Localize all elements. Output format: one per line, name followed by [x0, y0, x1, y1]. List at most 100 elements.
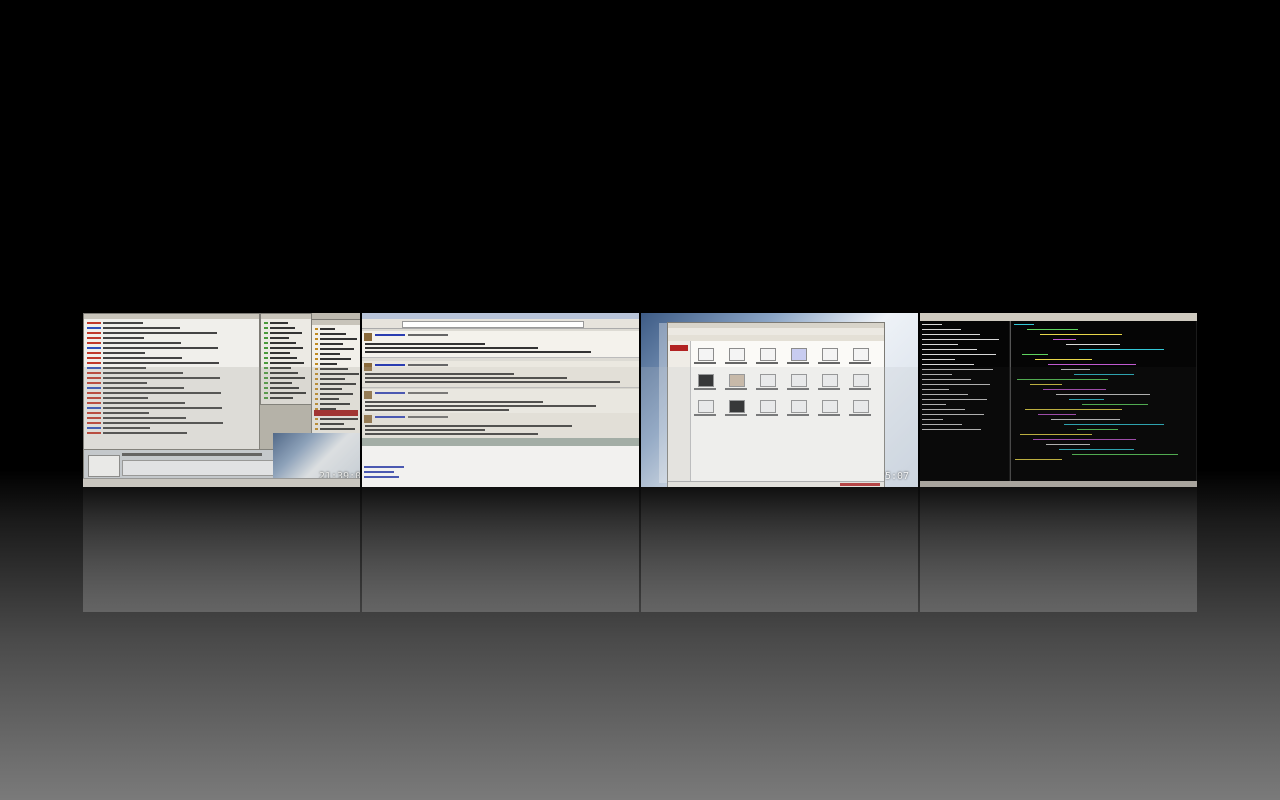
file-label [756, 362, 778, 364]
text-line [922, 324, 942, 325]
text-line [103, 332, 217, 334]
text-line [103, 362, 219, 364]
text-line [320, 343, 343, 345]
text-line [315, 363, 318, 365]
text-line [922, 354, 996, 355]
text-line [103, 347, 218, 349]
text-line [320, 328, 335, 330]
text-line [87, 362, 101, 364]
text-line [1027, 329, 1078, 330]
text-line [270, 327, 295, 329]
text-line [1048, 364, 1136, 365]
text-line [365, 343, 485, 345]
file-label [787, 362, 809, 364]
text-line [320, 348, 354, 350]
text-line [103, 342, 181, 344]
text-line [264, 357, 268, 359]
text-line [270, 332, 302, 334]
text-line [87, 327, 101, 329]
location-bar[interactable] [668, 335, 884, 341]
workspace-1-reflection [83, 367, 360, 487]
text-line [87, 337, 101, 339]
text-line [315, 353, 318, 355]
workspace-3-reflection [641, 367, 918, 487]
selected-place[interactable] [670, 345, 688, 351]
file-label [849, 362, 871, 364]
text-line [264, 332, 268, 334]
text-line [1040, 334, 1122, 335]
file-thumbnail-icon[interactable] [729, 348, 745, 361]
file-label [694, 362, 716, 364]
url-bar[interactable] [402, 321, 584, 328]
text-line [1079, 349, 1164, 350]
file-thumbnail-icon[interactable] [822, 348, 838, 361]
text-line [1022, 354, 1048, 355]
text-line [264, 352, 268, 354]
text-line [922, 359, 955, 360]
file-thumbnail-icon[interactable] [791, 348, 807, 361]
file-label [818, 362, 840, 364]
text-line [87, 357, 101, 359]
text-line [315, 343, 318, 345]
text-line [922, 329, 961, 330]
workspace-2-reflection [362, 367, 639, 487]
text-line [315, 328, 318, 330]
text-line [270, 342, 296, 344]
text-line [103, 327, 180, 329]
text-line [264, 342, 268, 344]
text-line [320, 338, 357, 340]
file-thumbnail-icon[interactable] [760, 348, 776, 361]
text-line [922, 364, 974, 365]
text-line [922, 339, 999, 340]
text-line [375, 364, 405, 366]
text-line [365, 351, 591, 353]
text-line [320, 353, 340, 355]
chat-titlebar [84, 314, 259, 319]
text-line [270, 357, 297, 359]
text-line [87, 342, 101, 344]
text-line [87, 322, 101, 324]
text-line [1066, 344, 1120, 345]
text-line [264, 347, 268, 349]
text-line [270, 362, 304, 364]
text-line [1035, 359, 1092, 360]
text-line [315, 348, 318, 350]
text-line [103, 357, 182, 359]
avatar [364, 333, 372, 341]
file-thumbnail-icon[interactable] [853, 348, 869, 361]
text-line [87, 332, 101, 334]
text-line [922, 349, 977, 350]
text-line [320, 363, 337, 365]
text-line [922, 334, 980, 335]
text-line [270, 337, 289, 339]
text-line [1053, 339, 1076, 340]
text-line [1014, 324, 1034, 325]
text-line [320, 358, 351, 360]
text-line [922, 344, 958, 345]
top-panel [920, 313, 1197, 321]
text-line [408, 334, 448, 336]
workspace-4-reflection [920, 367, 1197, 487]
desktop-cube-switcher: 21:39:07 5:07 [0, 0, 1280, 800]
text-line [264, 337, 268, 339]
text-line [103, 337, 144, 339]
text-line [103, 322, 143, 324]
text-line [87, 347, 101, 349]
text-line [365, 347, 538, 349]
file-thumbnail-icon[interactable] [698, 348, 714, 361]
text-line [264, 322, 268, 324]
text-line [270, 347, 303, 349]
text-line [270, 352, 290, 354]
text-line [270, 322, 288, 324]
text-line [315, 333, 318, 335]
browser-toolbar [362, 319, 639, 329]
text-line [375, 334, 405, 336]
text-line [315, 338, 318, 340]
forum-post [362, 331, 639, 358]
text-line [315, 358, 318, 360]
text-line [408, 364, 448, 366]
text-line [264, 362, 268, 364]
text-line [103, 352, 145, 354]
text-line [320, 333, 346, 335]
text-line [87, 352, 101, 354]
